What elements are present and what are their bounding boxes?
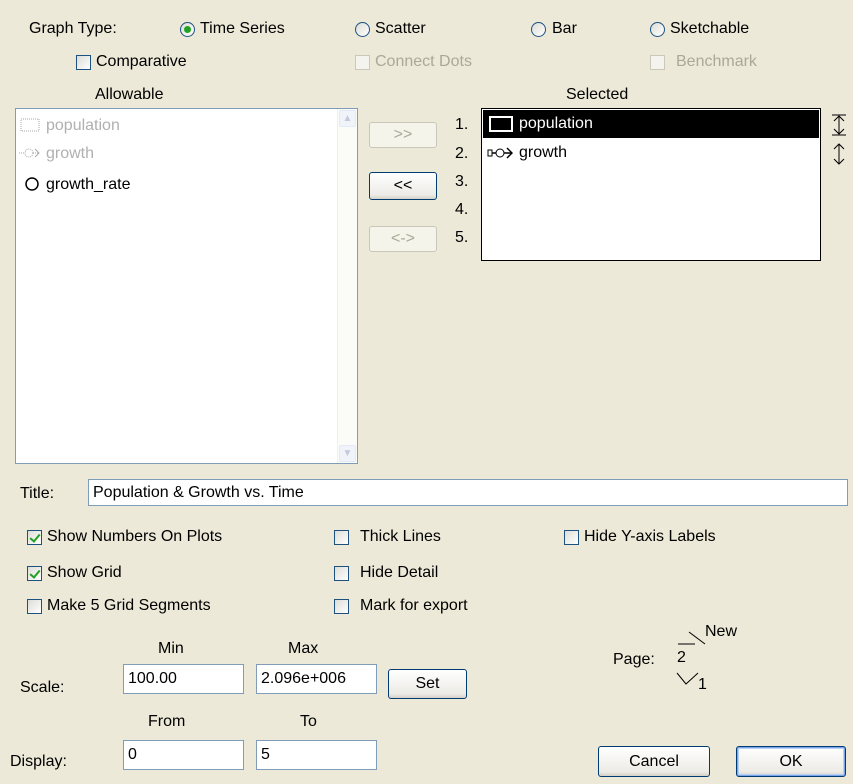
page-new-arrow-icon[interactable] [677, 628, 707, 646]
title-input[interactable] [88, 479, 848, 506]
connect-dots-label: Connect Dots [375, 53, 472, 70]
scroll-up-icon[interactable]: ▲ [339, 110, 356, 127]
scale-min-input[interactable] [123, 664, 244, 694]
show-numbers-checkbox[interactable] [27, 530, 42, 545]
flow-icon [487, 147, 513, 159]
selected-number: 1. [455, 116, 469, 133]
show-numbers-label[interactable]: Show Numbers On Plots [47, 528, 222, 546]
display-to-input[interactable] [256, 740, 377, 770]
selected-item[interactable]: growth [483, 139, 819, 167]
hide-detail-checkbox[interactable] [334, 566, 349, 581]
title-label: Title: [20, 485, 55, 502]
box-icon [20, 118, 40, 132]
page-down-arrow-icon[interactable] [676, 671, 700, 687]
add-button[interactable]: >> [369, 122, 437, 148]
show-grid-label[interactable]: Show Grid [47, 564, 122, 582]
benchmark-checkbox [650, 55, 665, 70]
display-from-input[interactable] [123, 740, 244, 770]
comparative-checkbox[interactable] [76, 55, 91, 70]
mark-export-label[interactable]: Mark for export [360, 597, 468, 615]
scroll-down-icon[interactable]: ▼ [339, 445, 356, 462]
radio-time-series-label[interactable]: Time Series [200, 20, 285, 38]
radio-sketchable-label[interactable]: Sketchable [670, 20, 749, 38]
remove-button[interactable]: << [369, 172, 437, 200]
list-item[interactable]: population [16, 115, 316, 141]
display-label: Display: [10, 753, 67, 770]
scale-max-header: Max [288, 640, 319, 657]
selected-item-label: population [519, 115, 593, 132]
page-prev-label[interactable]: 1 [698, 676, 707, 694]
five-grid-label[interactable]: Make 5 Grid Segments [47, 597, 211, 615]
swap-button[interactable]: <-> [369, 226, 437, 252]
five-grid-checkbox[interactable] [27, 599, 42, 614]
hide-detail-label[interactable]: Hide Detail [360, 564, 438, 582]
graph-type-label: Graph Type: [29, 20, 117, 37]
thick-lines-checkbox[interactable] [334, 530, 349, 545]
display-from-header: From [148, 713, 186, 730]
allowable-list[interactable]: population growth growth_rate ▲ ▼ [15, 108, 358, 464]
allowable-item-label: population [46, 117, 120, 134]
show-grid-checkbox[interactable] [27, 566, 42, 581]
thick-lines-label[interactable]: Thick Lines [360, 528, 441, 546]
scale-label: Scale: [20, 679, 65, 696]
page-new-label[interactable]: New [705, 623, 737, 641]
page-label: Page: [613, 651, 655, 668]
allowable-header: Allowable [95, 86, 164, 103]
list-item[interactable]: growth [16, 143, 316, 169]
radio-scatter-indicator[interactable] [355, 22, 370, 37]
scale-min-header: Min [158, 640, 184, 657]
radio-sketchable-indicator[interactable] [650, 22, 665, 37]
hide-y-labels-label[interactable]: Hide Y-axis Labels [584, 528, 716, 546]
radio-scatter-label[interactable]: Scatter [375, 20, 426, 38]
allowable-item-label: growth_rate [46, 176, 131, 193]
radio-bar-label[interactable]: Bar [552, 20, 577, 38]
list-item[interactable]: growth_rate [16, 173, 316, 199]
selected-number: 5. [455, 229, 469, 246]
selected-number: 3. [455, 173, 469, 190]
radio-time-series-indicator[interactable] [180, 22, 195, 37]
display-to-header: To [300, 713, 317, 730]
box-icon [489, 116, 513, 132]
selected-list[interactable]: population growth [481, 108, 821, 261]
allowable-item-label: growth [46, 145, 95, 162]
circle-icon [25, 177, 39, 191]
hide-y-labels-checkbox[interactable] [564, 530, 579, 545]
selected-header: Selected [566, 86, 629, 103]
comparative-label[interactable]: Comparative [96, 53, 187, 71]
set-button[interactable]: Set [388, 669, 467, 699]
radio-bar-indicator[interactable] [531, 22, 546, 37]
move-arrow-icon[interactable] [830, 142, 848, 166]
flow-icon [19, 148, 40, 158]
cancel-button[interactable]: Cancel [598, 746, 710, 777]
ok-button[interactable]: OK [736, 746, 846, 777]
allowable-scrollbar[interactable]: ▲ ▼ [337, 109, 357, 463]
connect-dots-checkbox [355, 55, 370, 70]
selected-item-label: growth [519, 144, 568, 161]
scale-max-input[interactable] [256, 664, 377, 694]
move-bar-icon[interactable] [830, 113, 848, 137]
selected-number: 4. [455, 201, 469, 218]
page-number: 2 [677, 649, 686, 666]
selected-number: 2. [455, 145, 469, 162]
benchmark-label: Benchmark [676, 53, 757, 70]
selected-item[interactable]: population [483, 110, 819, 138]
mark-export-checkbox[interactable] [334, 599, 349, 614]
